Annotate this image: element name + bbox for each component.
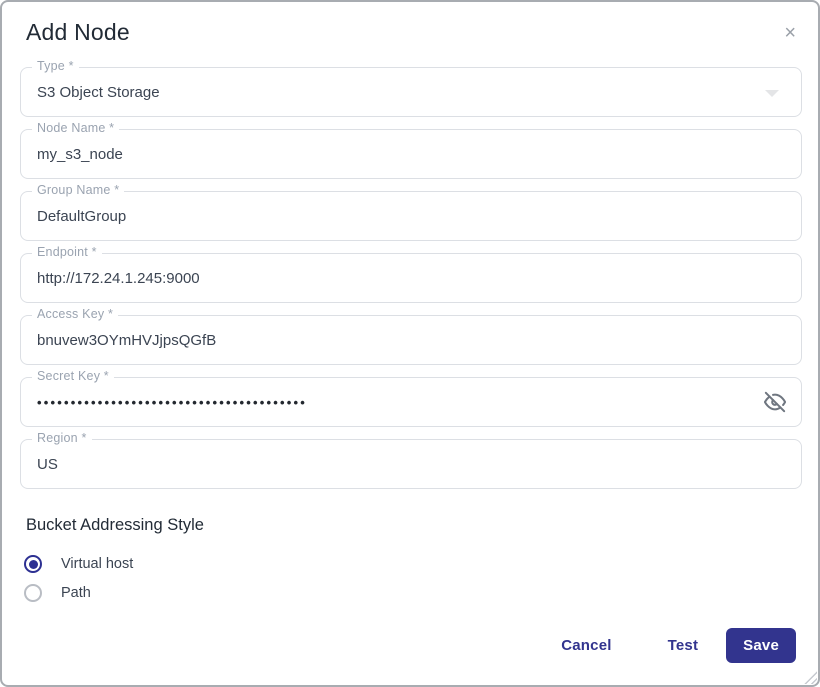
- access-key-field[interactable]: Access Key * bnuvew3OYmHVJjpsQGfB: [20, 307, 802, 365]
- dialog-header: Add Node ×: [2, 2, 818, 47]
- radio-path[interactable]: Path: [24, 581, 818, 605]
- close-icon[interactable]: ×: [782, 19, 798, 47]
- chevron-down-icon: [765, 90, 779, 97]
- group-name-value: DefaultGroup: [37, 207, 127, 225]
- type-select[interactable]: Type * S3 Object Storage: [20, 59, 802, 117]
- region-value: US: [37, 455, 58, 473]
- save-button[interactable]: Save: [726, 628, 796, 663]
- resize-grip[interactable]: [804, 671, 817, 684]
- radio-virtual-host-label: Virtual host: [61, 556, 134, 572]
- bucket-addressing-radio-group: Virtual host Path: [24, 552, 818, 605]
- radio-virtual-host[interactable]: Virtual host: [24, 552, 818, 576]
- eye-off-icon[interactable]: [761, 388, 789, 416]
- region-field[interactable]: Region * US: [20, 431, 802, 489]
- node-name-field[interactable]: Node Name * my_s3_node: [20, 121, 802, 179]
- secret-key-field[interactable]: Secret Key * •••••••••••••••••••••••••••…: [20, 369, 802, 427]
- endpoint-value: http://172.24.1.245:9000: [37, 269, 200, 287]
- type-value: S3 Object Storage: [37, 83, 160, 101]
- dialog-title: Add Node: [26, 19, 130, 45]
- add-node-dialog: Add Node × Type * S3 Object Storage Node…: [0, 0, 820, 687]
- test-button[interactable]: Test: [658, 629, 709, 662]
- node-name-value: my_s3_node: [37, 145, 123, 163]
- form-fields: Type * S3 Object Storage Node Name * my_…: [20, 59, 802, 489]
- dialog-footer: Cancel Test Save: [551, 628, 796, 663]
- access-key-value: bnuvew3OYmHVJjpsQGfB: [37, 331, 217, 349]
- group-name-field[interactable]: Group Name * DefaultGroup: [20, 183, 802, 241]
- radio-path-label: Path: [61, 585, 91, 601]
- bucket-addressing-heading: Bucket Addressing Style: [26, 516, 204, 534]
- cancel-button[interactable]: Cancel: [551, 629, 621, 662]
- radio-button-icon: [24, 584, 42, 602]
- secret-key-value: ••••••••••••••••••••••••••••••••••••••••: [37, 394, 308, 410]
- endpoint-field[interactable]: Endpoint * http://172.24.1.245:9000: [20, 245, 802, 303]
- radio-button-icon: [24, 555, 42, 573]
